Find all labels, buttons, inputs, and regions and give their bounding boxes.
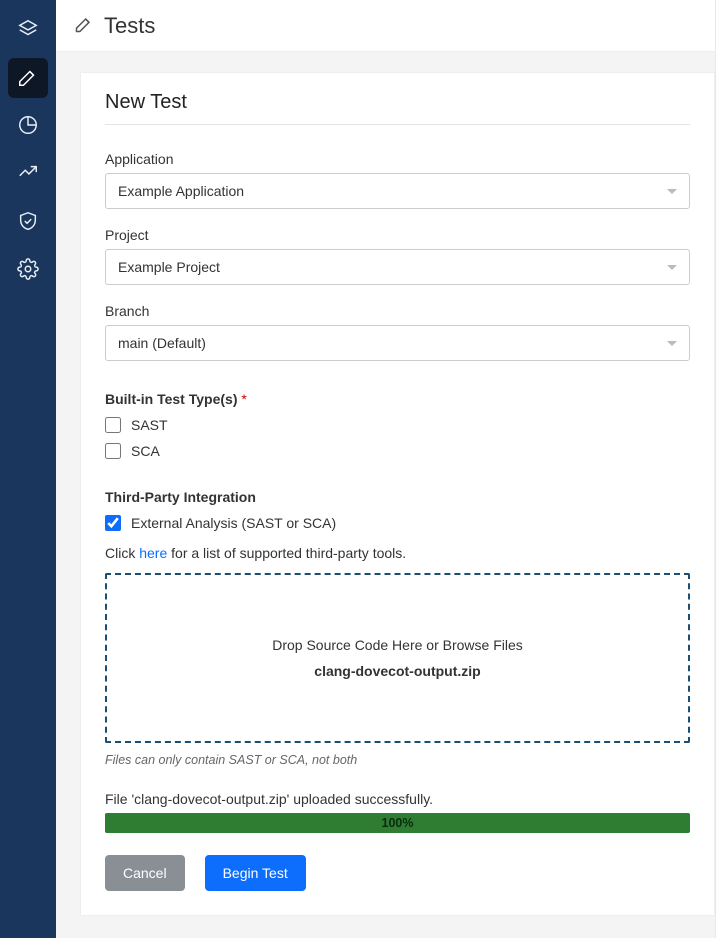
checkbox-row-external: External Analysis (SAST or SCA)	[105, 515, 690, 531]
topbar: Tests	[56, 0, 715, 52]
sidebar-item-trends[interactable]	[8, 154, 48, 194]
sidebar-item-layers[interactable]	[8, 10, 48, 50]
content: New Test Application Example Application…	[56, 52, 715, 938]
sidebar-item-reports[interactable]	[8, 106, 48, 146]
chevron-down-icon	[667, 189, 677, 194]
card-title: New Test	[105, 91, 690, 125]
application-value: Example Application	[118, 183, 667, 199]
sidebar-item-settings[interactable]	[8, 250, 48, 290]
dropzone-hint: Files can only contain SAST or SCA, not …	[105, 753, 690, 767]
application-group: Application Example Application	[105, 151, 690, 209]
pencil-icon	[74, 14, 104, 37]
begin-test-button[interactable]: Begin Test	[205, 855, 306, 891]
upload-progress: 100%	[105, 813, 690, 833]
branch-group: Branch main (Default)	[105, 303, 690, 361]
application-label: Application	[105, 151, 690, 167]
sca-checkbox[interactable]	[105, 443, 121, 459]
external-analysis-checkbox[interactable]	[105, 515, 121, 531]
new-test-card: New Test Application Example Application…	[80, 72, 715, 916]
sast-label[interactable]: SAST	[131, 417, 168, 433]
sast-checkbox[interactable]	[105, 417, 121, 433]
project-group: Project Example Project	[105, 227, 690, 285]
branch-select[interactable]: main (Default)	[105, 325, 690, 361]
sidebar-item-tests[interactable]	[8, 58, 48, 98]
branch-label: Branch	[105, 303, 690, 319]
checkbox-row-sast: SAST	[105, 417, 690, 433]
file-dropzone[interactable]: Drop Source Code Here or Browse Files cl…	[105, 573, 690, 743]
dropzone-primary-text: Drop Source Code Here or Browse Files	[272, 637, 523, 653]
chevron-down-icon	[667, 341, 677, 346]
sidebar-item-security[interactable]	[8, 202, 48, 242]
sca-label[interactable]: SCA	[131, 443, 160, 459]
upload-progress-text: 100%	[382, 816, 414, 830]
checkbox-row-sca: SCA	[105, 443, 690, 459]
test-types-label-text: Built-in Test Type(s)	[105, 391, 237, 407]
upload-status: File 'clang-dovecot-output.zip' uploaded…	[105, 791, 690, 807]
hint-suffix: for a list of supported third-party tool…	[167, 545, 406, 561]
trend-icon	[17, 162, 39, 187]
gear-icon	[17, 258, 39, 283]
pencil-icon	[17, 66, 39, 91]
actions: Cancel Begin Test	[105, 855, 690, 891]
dropzone-file-name: clang-dovecot-output.zip	[314, 663, 480, 679]
branch-value: main (Default)	[118, 335, 667, 351]
pie-chart-icon	[17, 114, 39, 139]
test-types-label: Built-in Test Type(s) *	[105, 391, 690, 407]
hint-prefix: Click	[105, 545, 139, 561]
third-party-label: Third-Party Integration	[105, 489, 690, 505]
sidebar	[0, 0, 56, 938]
main: Tests New Test Application Example Appli…	[56, 0, 716, 938]
project-label: Project	[105, 227, 690, 243]
project-select[interactable]: Example Project	[105, 249, 690, 285]
project-value: Example Project	[118, 259, 667, 275]
chevron-down-icon	[667, 265, 677, 270]
third-party-hint: Click here for a list of supported third…	[105, 545, 690, 561]
external-analysis-label[interactable]: External Analysis (SAST or SCA)	[131, 515, 336, 531]
shield-check-icon	[17, 210, 39, 235]
application-select[interactable]: Example Application	[105, 173, 690, 209]
upload-progress-bar: 100%	[105, 813, 690, 833]
supported-tools-link[interactable]: here	[139, 545, 167, 561]
cancel-button[interactable]: Cancel	[105, 855, 185, 891]
layers-icon	[17, 18, 39, 43]
required-indicator: *	[241, 391, 246, 407]
page-title: Tests	[104, 13, 155, 39]
